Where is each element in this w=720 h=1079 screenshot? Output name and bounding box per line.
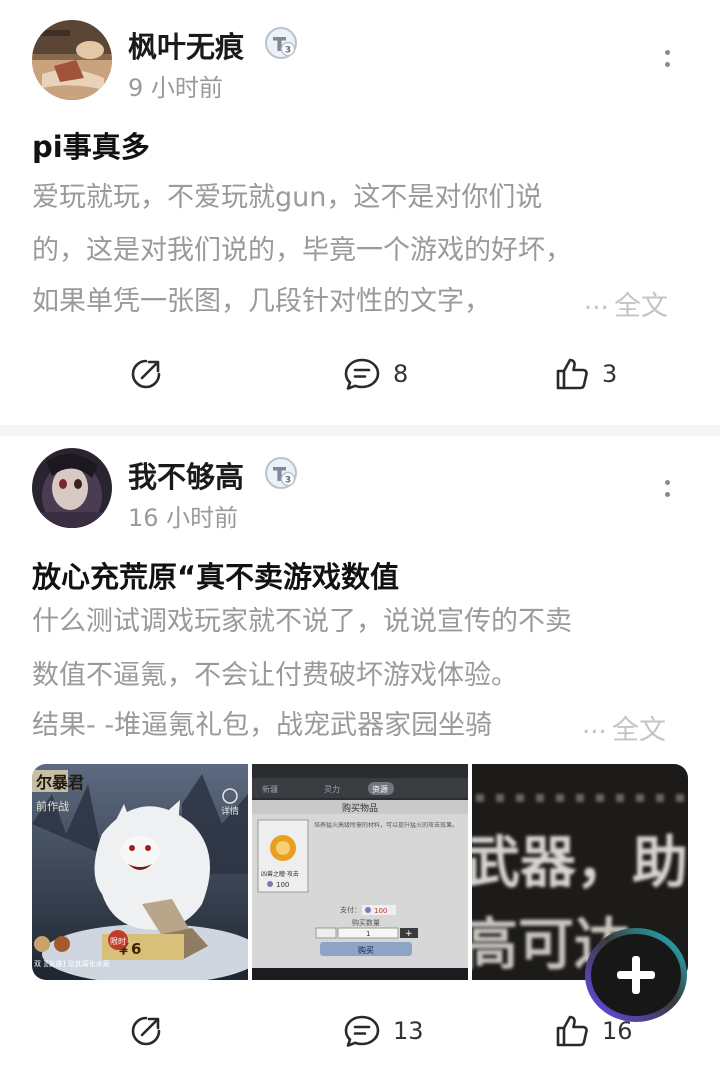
username[interactable]: 枫叶无痕: [128, 24, 244, 66]
image-buy-button: 购买: [358, 945, 374, 955]
share-button[interactable]: [128, 344, 164, 404]
post-body-line: 数值不逼氪，不会让付费破坏游戏体验。: [32, 660, 518, 691]
image-item-name: 凶兽之瞳·攻击: [261, 870, 299, 878]
avatar[interactable]: [32, 448, 112, 528]
full-text-link[interactable]: 全文: [612, 708, 666, 747]
comment-icon: [344, 1015, 380, 1047]
avatar[interactable]: [32, 20, 112, 100]
post-time: 16 小时前: [128, 504, 239, 532]
post-body-line: 如果单凭一张图，几段针对性的文字，: [32, 286, 491, 317]
comment-count: 8: [393, 360, 409, 388]
level-badge-icon: 3: [264, 456, 298, 490]
thumbs-up-icon: [556, 358, 588, 390]
share-icon: [131, 1016, 161, 1046]
image-side-label: 详情: [221, 805, 239, 817]
comment-count: 13: [393, 1017, 424, 1045]
username[interactable]: 我不够高: [128, 454, 244, 496]
svg-text:+: +: [405, 929, 413, 939]
post-body-line: 结果- -堆逼氪礼包，战宠武器家园坐骑: [32, 710, 493, 741]
image-pay-amount: 100: [374, 907, 387, 915]
image-dialog-desc: 培养猛火高级所需的材料，可以提升猛火的攻击效果。: [314, 822, 459, 829]
post-body-line: 爱玩就玩，不爱玩就gun，这不是对你们说: [32, 182, 543, 213]
image-banner-text: 尔暴君: [36, 773, 84, 792]
ellipsis: ...: [584, 286, 609, 316]
like-button[interactable]: 3: [554, 344, 617, 404]
ellipsis: ...: [582, 710, 607, 740]
action-bar: 8 3: [0, 344, 720, 404]
level-badge-icon: 3: [264, 26, 298, 60]
image-bottom-label: 忍痛: [228, 944, 248, 957]
level-number: 3: [285, 46, 291, 56]
image-tab-1: 新疆: [262, 784, 278, 794]
post-title[interactable]: 放心充荒原“真不卖游戏数值: [32, 554, 399, 596]
image-pay-label: 支付：: [340, 905, 361, 914]
image-tab-3: 资源: [372, 784, 388, 794]
full-text-link[interactable]: 全文: [614, 284, 668, 323]
share-icon: [131, 359, 161, 389]
post-body-line: 的，这是对我们说的，毕竟一个游戏的好坏，: [32, 235, 572, 266]
more-options-icon[interactable]: [650, 38, 684, 78]
comment-icon: [344, 358, 380, 390]
image-bottom-left-text: 双 ][友族] 及其腐化水泉: [34, 959, 110, 968]
image-subtitle-text: 前作战: [36, 799, 69, 813]
post-card[interactable]: 枫叶无痕 3 9 小时前 pi事真多 爱玩就玩，不爱玩就gun，这不是对你们说 …: [0, 0, 720, 425]
post-body-line: 什么测试调戏玩家就不说了，说说宣传的不卖: [32, 606, 572, 637]
create-post-button[interactable]: [582, 926, 690, 1024]
post-divider: [0, 425, 720, 436]
post-image-1[interactable]: 尔暴君 前作战 详情 双 ][友族] 及其腐化水泉 ￥6 限时 忍痛: [32, 764, 248, 980]
image-qty-label: 购买数量: [352, 918, 380, 927]
post-time: 9 小时前: [128, 74, 223, 102]
comment-button[interactable]: 8: [343, 344, 408, 404]
post-title[interactable]: pi事真多: [32, 124, 150, 166]
image-price-badge: 限时: [110, 936, 126, 946]
image-qty-value: 1: [366, 930, 370, 938]
image-text-top: 武器，助: [472, 831, 688, 896]
image-tab-2: 灵力: [324, 784, 340, 794]
share-button[interactable]: [128, 1001, 164, 1061]
image-item-price: 100: [276, 881, 289, 889]
like-count: 3: [602, 360, 618, 388]
more-options-icon[interactable]: [650, 468, 684, 508]
post-image-2[interactable]: 新疆 灵力 资源 购买物品 凶兽之瞳·攻击 100 培养猛火高级所需的材料，可以…: [252, 764, 468, 980]
image-dialog-title: 购买物品: [342, 802, 378, 814]
comment-button[interactable]: 13: [343, 1001, 424, 1061]
level-number: 3: [285, 476, 291, 486]
